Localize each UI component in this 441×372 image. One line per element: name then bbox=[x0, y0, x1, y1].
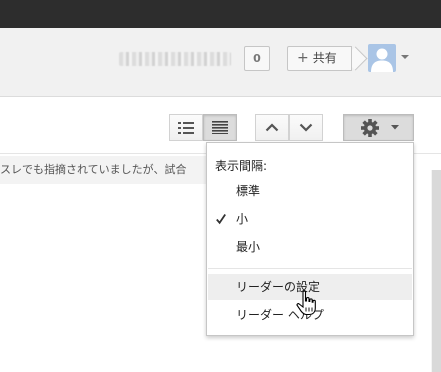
menu-item-label: 標準 bbox=[236, 184, 261, 198]
compact-list-icon bbox=[212, 121, 228, 134]
scrollbar-thumb[interactable] bbox=[432, 170, 441, 372]
article-snippet[interactable]: スレでも指摘されていましたが、試合 bbox=[0, 156, 206, 184]
chevron-down-icon bbox=[390, 125, 399, 130]
next-item-button[interactable] bbox=[289, 114, 323, 141]
density-heading: 表示間隔: bbox=[215, 159, 268, 173]
share-label: 共有 bbox=[312, 51, 337, 65]
density-option-small[interactable]: 小 bbox=[208, 206, 412, 232]
chevron-down-icon bbox=[299, 123, 313, 132]
previous-item-button[interactable] bbox=[255, 114, 289, 141]
checkmark-icon bbox=[216, 213, 226, 225]
menu-item-label: 最小 bbox=[236, 240, 261, 254]
density-option-standard[interactable]: 標準 bbox=[208, 178, 412, 204]
account-dropdown-icon[interactable] bbox=[401, 55, 409, 59]
notifications-button[interactable]: 0 bbox=[244, 46, 270, 71]
notifications-count: 0 bbox=[253, 52, 261, 65]
gear-icon bbox=[360, 118, 379, 137]
chevron-up-icon bbox=[265, 123, 279, 132]
top-black-bar bbox=[0, 0, 441, 28]
username-redacted[interactable] bbox=[119, 52, 231, 66]
settings-button[interactable] bbox=[343, 114, 414, 141]
list-view-button[interactable] bbox=[169, 114, 203, 141]
avatar[interactable] bbox=[368, 44, 396, 72]
person-icon bbox=[371, 48, 393, 72]
density-option-smallest[interactable]: 最小 bbox=[208, 234, 412, 260]
hand-cursor-icon bbox=[296, 290, 316, 316]
plus-icon: + bbox=[297, 50, 309, 66]
menu-item-label: 小 bbox=[236, 212, 249, 226]
list-view-icon bbox=[178, 121, 194, 134]
share-button[interactable]: + 共有 bbox=[287, 46, 352, 71]
compact-view-button[interactable] bbox=[203, 114, 237, 141]
menu-separator bbox=[208, 268, 412, 269]
